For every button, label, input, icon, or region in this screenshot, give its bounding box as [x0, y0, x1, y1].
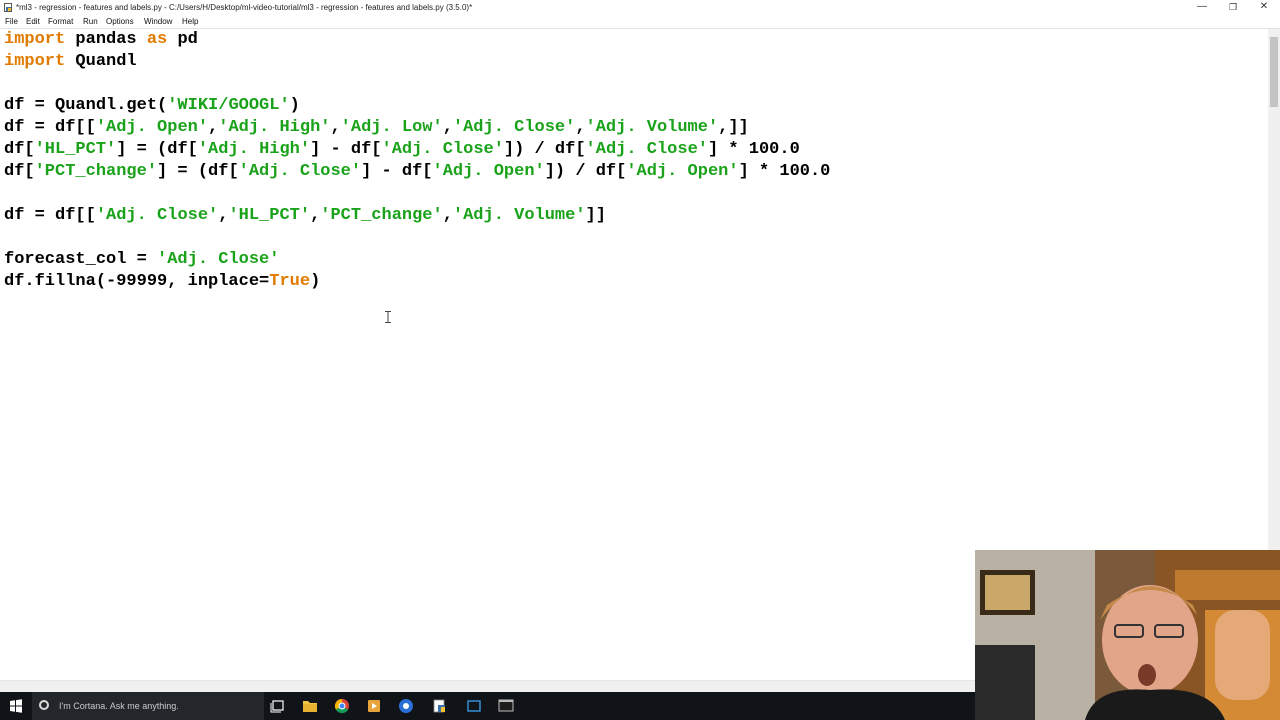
code-token: ]] — [585, 206, 606, 225]
python-file-icon — [4, 3, 12, 12]
code-token: , — [208, 118, 219, 137]
menu-options[interactable]: Options — [106, 15, 134, 28]
maximize-button[interactable]: ❐ — [1217, 0, 1249, 15]
code-string: 'PCT_change' — [34, 162, 158, 181]
terminal-icon[interactable] — [490, 692, 522, 720]
code-token: , — [310, 206, 321, 225]
code-line[interactable] — [4, 183, 830, 205]
code-keyword: as — [146, 30, 168, 49]
code-line[interactable] — [4, 73, 830, 95]
menu-file[interactable]: File — [5, 15, 18, 28]
menu-edit[interactable]: Edit — [26, 15, 40, 28]
media-player-icon[interactable] — [358, 692, 390, 720]
code-token: ] = (df[ — [116, 140, 198, 159]
code-line[interactable]: import pandas as pd — [4, 29, 830, 51]
menu-format[interactable]: Format — [48, 15, 73, 28]
code-token: , — [442, 118, 453, 137]
code-string: 'Adj. High' — [218, 118, 331, 137]
window-icon[interactable] — [458, 692, 490, 720]
scrollbar-thumb[interactable] — [1270, 37, 1278, 107]
code-token: , — [218, 206, 229, 225]
code-token: forecast_col = — [4, 250, 158, 269]
code-string: 'Adj. Volume' — [452, 206, 586, 225]
code-token: df = df[[ — [4, 118, 96, 137]
code-string: 'HL_PCT' — [228, 206, 311, 225]
menu-run[interactable]: Run — [83, 15, 98, 28]
code-token: df = df[[ — [4, 206, 96, 225]
code-token: df = Quandl.get( — [4, 96, 168, 115]
code-token: ] = (df[ — [157, 162, 239, 181]
cortana-search-box[interactable]: I'm Cortana. Ask me anything. — [32, 692, 264, 720]
minimize-button[interactable]: — — [1186, 0, 1218, 15]
code-string: 'Adj. Open' — [626, 162, 739, 181]
code-string: 'Adj. Volume' — [585, 118, 719, 137]
code-string: 'Adj. Open' — [432, 162, 545, 181]
menu-help[interactable]: Help — [182, 15, 198, 28]
code-string: 'Adj. Close' — [95, 206, 219, 225]
code-token: df.fillna(-99999, inplace= — [4, 272, 270, 291]
menu-bar: File Edit Format Run Options Window Help — [0, 15, 1280, 28]
code-string: 'Adj. Close' — [238, 162, 362, 181]
code-token: ) — [310, 272, 321, 291]
code-string: 'Adj. Close' — [381, 140, 504, 159]
code-string: 'PCT_change' — [320, 206, 443, 225]
menu-window[interactable]: Window — [144, 15, 172, 28]
code-token: df[ — [4, 140, 35, 159]
code-line[interactable]: df.fillna(-99999, inplace=True) — [4, 271, 830, 293]
file-explorer-icon[interactable] — [294, 692, 326, 720]
code-string: 'WIKI/GOOGL' — [167, 96, 290, 115]
code-token: Quandl — [65, 52, 137, 71]
task-view-icon[interactable] — [262, 692, 294, 720]
chrome-icon[interactable] — [326, 692, 358, 720]
chrome-icon[interactable] — [390, 692, 422, 720]
code-keyword: True — [269, 272, 311, 291]
code-token: pd — [167, 30, 198, 49]
code-string: 'Adj. Open' — [95, 118, 209, 137]
window-title: *ml3 - regression - features and labels.… — [16, 3, 473, 12]
code-keyword: import — [4, 30, 66, 49]
code-token: ,]] — [718, 118, 749, 137]
code-token: df[ — [4, 162, 35, 181]
code-token: ] * 100.0 — [707, 140, 800, 159]
code-string: 'Adj. Close' — [157, 250, 280, 269]
code-string: 'Adj. Low' — [340, 118, 443, 137]
code-token: , — [330, 118, 341, 137]
code-string: 'Adj. Close' — [585, 140, 708, 159]
code-token: ] * 100.0 — [738, 162, 831, 181]
code-line[interactable]: df['HL_PCT'] = (df['Adj. High'] - df['Ad… — [4, 139, 830, 161]
webcam-video-overlay — [975, 550, 1280, 720]
cortana-icon — [39, 700, 49, 710]
code-token: pandas — [65, 30, 147, 49]
close-button[interactable]: ✕ — [1248, 0, 1280, 15]
code-line[interactable]: import Quandl — [4, 51, 830, 73]
code-token: ) — [289, 96, 300, 115]
code-string: 'Adj. Close' — [452, 118, 576, 137]
code-token: ]) / df[ — [544, 162, 627, 181]
code-line[interactable] — [4, 227, 830, 249]
code-string: 'HL_PCT' — [34, 140, 117, 159]
code-text[interactable]: import pandas as pd import Quandl df = Qu… — [4, 29, 830, 293]
code-line[interactable]: df = Quandl.get('WIKI/GOOGL') — [4, 95, 830, 117]
code-line[interactable]: df['PCT_change'] = (df['Adj. Close'] - d… — [4, 161, 830, 183]
code-keyword: import — [4, 52, 66, 71]
code-token: ] - df[ — [310, 140, 382, 159]
code-token: ] - df[ — [361, 162, 433, 181]
code-line[interactable]: df = df[['Adj. Close','HL_PCT','PCT_chan… — [4, 205, 830, 227]
code-token: , — [442, 206, 453, 225]
title-bar: *ml3 - regression - features and labels.… — [0, 0, 1280, 15]
windows-start-icon[interactable] — [0, 692, 32, 720]
search-placeholder: I'm Cortana. Ask me anything. — [59, 701, 179, 711]
idle-editor-icon[interactable] — [424, 692, 456, 720]
text-cursor-icon — [385, 311, 391, 323]
code-token: , — [575, 118, 586, 137]
code-line[interactable]: forecast_col = 'Adj. Close' — [4, 249, 830, 271]
code-string: 'Adj. High' — [197, 140, 311, 159]
code-token: ]) / df[ — [503, 140, 586, 159]
code-line[interactable]: df = df[['Adj. Open','Adj. High','Adj. L… — [4, 117, 830, 139]
